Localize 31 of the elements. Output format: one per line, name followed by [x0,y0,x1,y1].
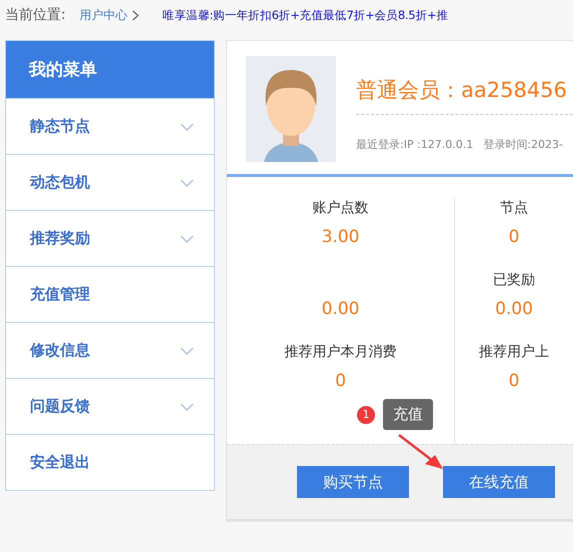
chevron-right-icon [132,10,139,20]
step-badge: 1 [357,406,375,424]
breadcrumb-label: 当前位置: [5,6,66,24]
login-time: 登录时间:2023- [483,137,563,152]
menu-title: 我的菜单 [6,41,214,98]
action-button[interactable]: 在线充值 [443,466,555,498]
tooltip: 充值 [383,399,433,430]
stat-value: 3.00 [322,227,360,247]
annotation-arrow [397,433,445,471]
menu-item[interactable]: 推荐奖励 [6,210,214,266]
stat-value: 0.00 [322,299,360,319]
last-login-ip: 最近登录:IP :127.0.0.1 [356,137,474,152]
notice-text: 唯享温馨:购一年折扣6折+充值最低7折+会员8.5折+推 [162,8,448,22]
stat-value: 0.00 [495,299,533,319]
member-title: 普通会员：aa258456 [356,76,573,115]
stat-label: 推荐用户上 [479,344,549,360]
stat-label: 账户点数 [312,200,368,216]
stat-value: 0 [508,227,520,247]
menu-item[interactable]: 修改信息 [6,322,214,378]
menu-item[interactable]: 安全退出 [6,434,214,490]
menu-item[interactable]: 问题反馈 [6,378,214,434]
stat-value: 0 [335,371,346,391]
stat-label: 推荐用户本月消费 [284,344,396,360]
action-button[interactable]: 购买节点 [297,466,409,498]
menu-item[interactable]: 静态节点 [6,98,214,154]
stat-label: 已奖励 [493,272,535,288]
stat-label: 节点 [500,200,528,216]
menu-item[interactable]: 动态包机 [6,154,214,210]
breadcrumb-link[interactable]: 用户中心 [80,6,128,24]
stat-value: 0 [508,371,520,391]
menu-item[interactable]: 充值管理 [6,266,214,322]
